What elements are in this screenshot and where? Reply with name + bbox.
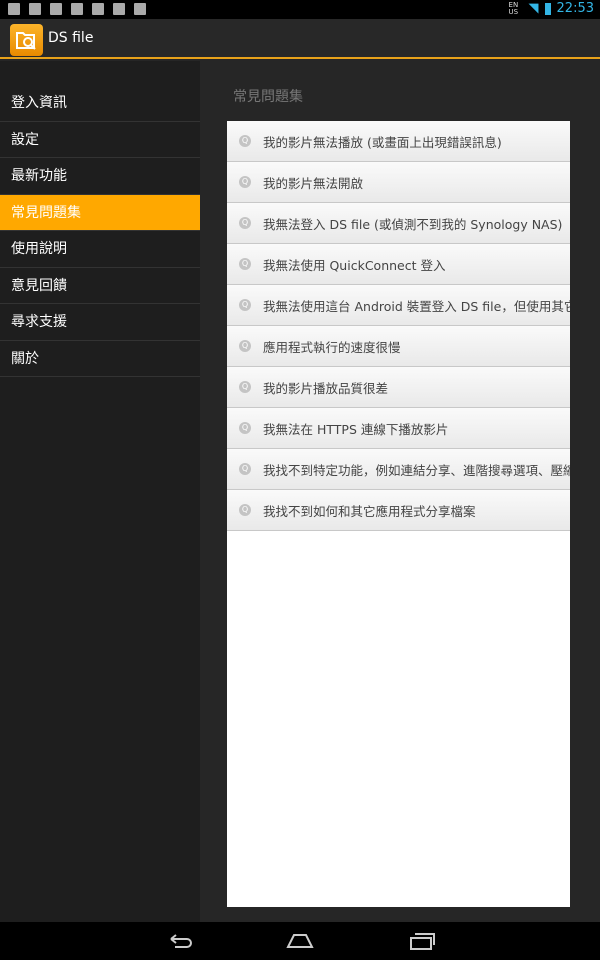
faq-item[interactable]: Q 我的影片無法開啟 (227, 162, 570, 203)
page-title: 常見問題集 (233, 89, 303, 105)
status-bar: EN US ◥ 22:53 (0, 0, 600, 19)
question-icon: Q (239, 176, 251, 188)
faq-list: Q 我的影片無法播放 (或畫面上出現錯誤訊息) Q 我的影片無法開啟 Q 我無法登入 DS… (227, 121, 570, 907)
faq-item[interactable]: Q 我找不到特定功能，例如連結分享、進階搜尋選項、壓縮 / (227, 449, 570, 490)
faq-item[interactable]: Q 我找不到如何和其它應用程式分享檔案 (227, 490, 570, 531)
question-icon: Q (239, 258, 251, 270)
wifi-icon: ◥ (528, 1, 539, 16)
question-icon: Q (239, 463, 251, 475)
faq-item-label: 我的影片無法播放 (或畫面上出現錯誤訊息) (263, 134, 502, 150)
sidebar-item-support[interactable]: 尋求支援 (0, 304, 200, 341)
keyboard-lang-icon: EN US (508, 0, 519, 16)
question-icon: Q (239, 340, 251, 352)
faq-item-label: 我找不到特定功能，例如連結分享、進階搜尋選項、壓縮 / (263, 462, 570, 478)
sidebar-item-feedback[interactable]: 意見回饋 (0, 268, 200, 304)
sidebar-item-about[interactable]: 關於 (0, 341, 200, 377)
store-bag-icon (134, 3, 146, 15)
faq-item-label: 應用程式執行的速度很慢 (263, 339, 401, 355)
recent-apps-icon[interactable] (408, 931, 436, 951)
home-icon[interactable] (286, 931, 314, 951)
faq-item-label: 我無法在 HTTPS 連線下播放影片 (263, 421, 449, 437)
faq-item[interactable]: Q 我的影片播放品質很差 (227, 367, 570, 408)
faq-item-label: 我無法登入 DS file (或偵測不到我的 Synology NAS) (263, 216, 563, 232)
faq-item[interactable]: Q 我無法使用這台 Android 裝置登入 DS file，但使用其它裝置 (227, 285, 570, 326)
gmail-icon (113, 3, 125, 15)
faq-item-label: 我的影片播放品質很差 (263, 380, 389, 396)
app-title: DS file (48, 30, 94, 46)
question-icon: Q (239, 217, 251, 229)
faq-item[interactable]: Q 我的影片無法播放 (或畫面上出現錯誤訊息) (227, 121, 570, 162)
play-store-icon (92, 3, 104, 15)
action-bar: DS file (0, 19, 600, 59)
faq-item-label: 我找不到如何和其它應用程式分享檔案 (263, 503, 476, 519)
app-logo-icon[interactable] (10, 24, 43, 56)
question-icon: Q (239, 299, 251, 311)
faq-item[interactable]: Q 我無法使用 QuickConnect 登入 (227, 244, 570, 285)
download-icon (8, 3, 20, 15)
faq-item-label: 我無法使用 QuickConnect 登入 (263, 257, 446, 273)
sidebar-item-settings[interactable]: 設定 (0, 122, 200, 158)
gallery-icon (50, 3, 62, 15)
sidebar: 登入資訊 設定 最新功能 常見問題集 使用說明 意見回饋 尋求支援 關於 (0, 61, 200, 922)
sidebar-item-login-info[interactable]: 登入資訊 (0, 85, 200, 122)
battery-icon (544, 2, 551, 15)
sidebar-item-whats-new[interactable]: 最新功能 (0, 158, 200, 195)
main-content: 常見問題集 Q 我的影片無法播放 (或畫面上出現錯誤訊息) Q 我的影片無法開啟 Q 我無… (200, 61, 600, 922)
clock: 22:53 (556, 1, 594, 16)
question-icon: Q (239, 135, 251, 147)
question-icon: Q (239, 381, 251, 393)
navigation-bar (0, 922, 600, 960)
sidebar-item-help[interactable]: 使用說明 (0, 231, 200, 268)
nvidia-icon (71, 3, 83, 15)
question-icon: Q (239, 422, 251, 434)
faq-item-label: 我無法使用這台 Android 裝置登入 DS file，但使用其它裝置 (263, 298, 570, 314)
back-icon[interactable] (165, 931, 193, 951)
notification-icons (8, 3, 146, 15)
sidebar-item-faq[interactable]: 常見問題集 (0, 194, 200, 231)
faq-item-label: 我的影片無法開啟 (263, 175, 364, 191)
image-icon (29, 3, 41, 15)
faq-item[interactable]: Q 我無法登入 DS file (或偵測不到我的 Synology NAS) (227, 203, 570, 244)
question-icon: Q (239, 504, 251, 516)
faq-item[interactable]: Q 應用程式執行的速度很慢 (227, 326, 570, 367)
faq-item[interactable]: Q 我無法在 HTTPS 連線下播放影片 (227, 408, 570, 449)
